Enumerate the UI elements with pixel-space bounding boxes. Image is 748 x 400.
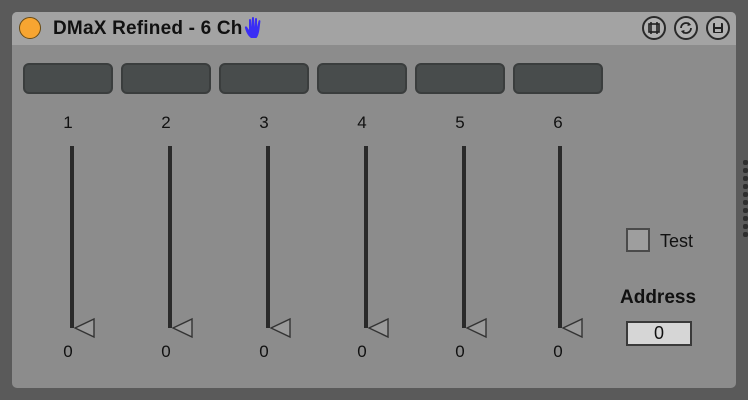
channel-fader[interactable] (266, 146, 270, 328)
channel-number: 3 (259, 113, 269, 132)
channel-number: 6 (553, 113, 563, 132)
channel-value: 0 (455, 342, 465, 361)
channel-label-field[interactable] (513, 63, 603, 94)
map-icon (648, 22, 660, 34)
refresh-icon (680, 22, 692, 34)
device-title-bar[interactable]: DMaX Refined - 6 Ch (12, 12, 736, 45)
channel-value: 0 (161, 342, 171, 361)
channel-fader[interactable] (364, 146, 368, 328)
map-button[interactable] (642, 16, 666, 40)
channel-value: 0 (357, 342, 367, 361)
channel-number: 5 (455, 113, 465, 132)
channel-fader[interactable] (558, 146, 562, 328)
channel-label-field[interactable] (219, 63, 309, 94)
save-icon (713, 23, 723, 33)
fader-thumb[interactable] (466, 317, 488, 339)
channel-label-field[interactable] (23, 63, 113, 94)
channel-number: 1 (63, 113, 73, 132)
channel-fader[interactable] (168, 146, 172, 328)
channel-number: 4 (357, 113, 367, 132)
channel-label-field[interactable] (121, 63, 211, 94)
fader-thumb[interactable] (172, 317, 194, 339)
device-power-toggle[interactable] (19, 17, 41, 39)
refresh-button[interactable] (674, 16, 698, 40)
channel-value: 0 (259, 342, 269, 361)
test-checkbox[interactable] (626, 228, 650, 252)
channel-value: 0 (63, 342, 73, 361)
address-number-box[interactable]: 0 (626, 321, 692, 346)
device-panel: DMaX Refined - 6 Ch 1 0 2 0 3 0 4 0 5 0 … (12, 12, 736, 388)
resize-grip[interactable] (743, 160, 748, 240)
fader-thumb[interactable] (562, 317, 584, 339)
channel-number: 2 (161, 113, 171, 132)
channel-label-field[interactable] (317, 63, 407, 94)
hand-icon (244, 16, 261, 38)
channel-label-field[interactable] (415, 63, 505, 94)
save-button[interactable] (706, 16, 730, 40)
address-label: Address (620, 287, 697, 308)
test-label: Test (660, 231, 694, 251)
fader-thumb[interactable] (368, 317, 390, 339)
fader-thumb[interactable] (270, 317, 292, 339)
channel-fader[interactable] (70, 146, 74, 328)
channel-fader[interactable] (462, 146, 466, 328)
device-title: DMaX Refined - 6 Ch (53, 18, 243, 39)
fader-thumb[interactable] (74, 317, 96, 339)
channel-value: 0 (553, 342, 563, 361)
